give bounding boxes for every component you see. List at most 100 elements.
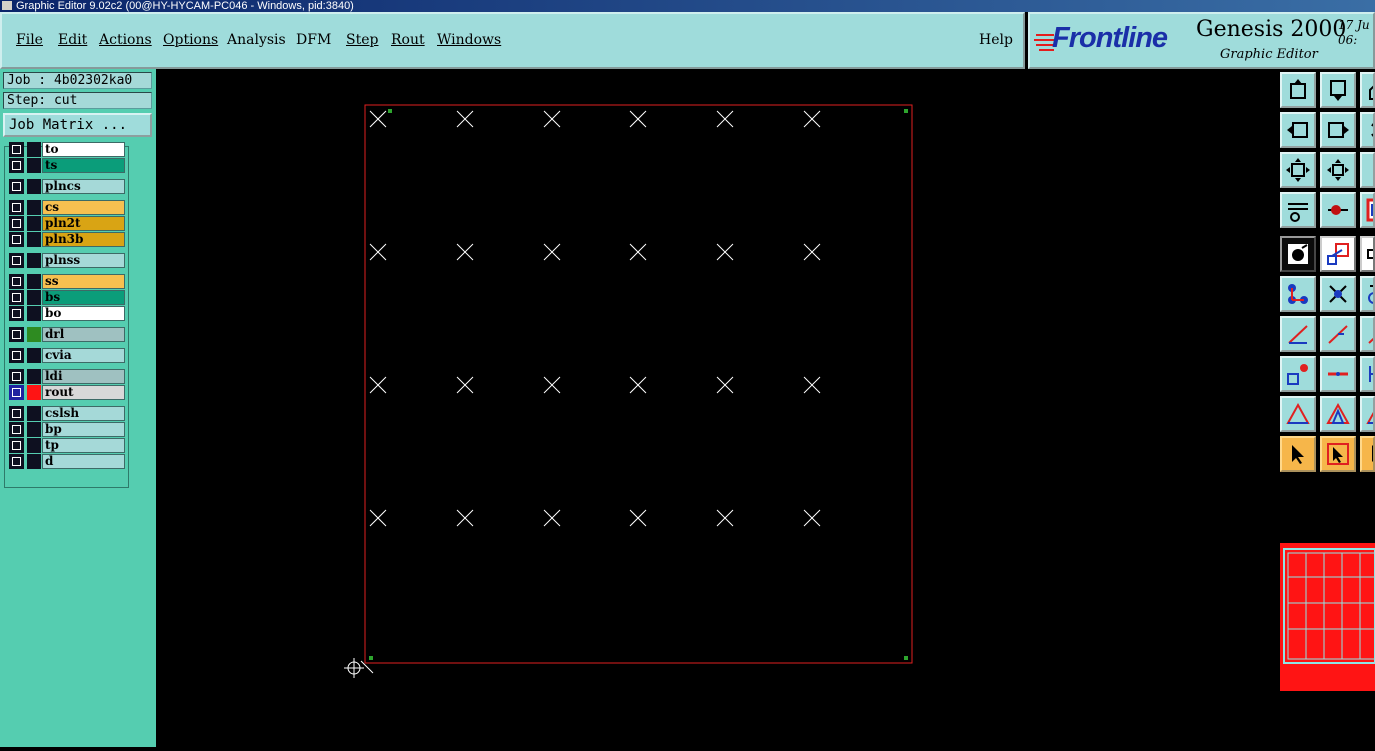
layer-name[interactable]: rout: [42, 385, 125, 400]
select-pad-button[interactable]: [1280, 236, 1316, 272]
menu-help[interactable]: Help: [979, 32, 1013, 48]
layer-color-swatch[interactable]: [27, 422, 41, 437]
line-angle-button[interactable]: [1280, 316, 1316, 352]
layer-checkbox[interactable]: [9, 232, 24, 247]
layer-color-swatch[interactable]: [27, 142, 41, 157]
layer-row[interactable]: d: [7, 454, 127, 469]
layer-row[interactable]: bo: [7, 306, 127, 321]
layer-name[interactable]: drl: [42, 327, 125, 342]
overview-panel[interactable]: [1280, 543, 1375, 691]
job-matrix-button[interactable]: Job Matrix ...: [3, 113, 152, 137]
layer-row[interactable]: cs: [7, 200, 127, 215]
layer-checkbox[interactable]: [9, 142, 24, 157]
layer-color-swatch[interactable]: [27, 290, 41, 305]
layer-row[interactable]: cvia: [7, 348, 127, 363]
layer-checkbox[interactable]: [9, 454, 24, 469]
layer-color-swatch[interactable]: [27, 158, 41, 173]
layer-color-swatch[interactable]: [27, 454, 41, 469]
zoom-center-button[interactable]: [1320, 152, 1356, 188]
triangle-measure-button[interactable]: [1320, 396, 1356, 432]
layer-color-swatch[interactable]: [27, 327, 41, 342]
measure-button[interactable]: [1320, 236, 1356, 272]
menu-actions[interactable]: Actions: [99, 32, 152, 48]
canvas-drawing[interactable]: [156, 69, 1276, 747]
layer-color-swatch[interactable]: [27, 406, 41, 421]
layer-checkbox[interactable]: [9, 438, 24, 453]
layer-checkbox[interactable]: [9, 348, 24, 363]
layer-row[interactable]: ldi: [7, 369, 127, 384]
layer-name[interactable]: plnss: [42, 253, 125, 268]
layer-checkbox[interactable]: [9, 306, 24, 321]
layer-row[interactable]: drl: [7, 327, 127, 342]
layer-checkbox[interactable]: [9, 290, 24, 305]
cross-button[interactable]: [1320, 276, 1356, 312]
layer-name[interactable]: ts: [42, 158, 125, 173]
layer-row[interactable]: bp: [7, 422, 127, 437]
layer-name[interactable]: d: [42, 454, 125, 469]
menu-edit[interactable]: Edit: [58, 32, 87, 48]
home-button[interactable]: [1360, 72, 1375, 108]
menu-file[interactable]: File: [16, 32, 43, 48]
layer-row[interactable]: tp: [7, 438, 127, 453]
layer-checkbox[interactable]: [9, 327, 24, 342]
layer-color-swatch[interactable]: [27, 385, 41, 400]
layer-name[interactable]: tp: [42, 438, 125, 453]
layer-color-swatch[interactable]: [27, 200, 41, 215]
layer-row[interactable]: ss: [7, 274, 127, 289]
menu-step[interactable]: Step: [346, 32, 378, 48]
layer-name[interactable]: ldi: [42, 369, 125, 384]
layer-checkbox[interactable]: [9, 179, 24, 194]
layer-checkbox[interactable]: [9, 385, 24, 400]
layer-row[interactable]: pln2t: [7, 216, 127, 231]
layer-name[interactable]: plncs: [42, 179, 125, 194]
fit-screen-button[interactable]: [1280, 152, 1316, 188]
pad-add-button[interactable]: [1280, 356, 1316, 392]
line-button[interactable]: [1320, 316, 1356, 352]
move-up-button[interactable]: [1280, 72, 1316, 108]
layer-color-swatch[interactable]: [27, 438, 41, 453]
layer-color-swatch[interactable]: [27, 348, 41, 363]
layer-color-swatch[interactable]: [27, 369, 41, 384]
layer-name[interactable]: pln2t: [42, 216, 125, 231]
layer-row[interactable]: pln3b: [7, 232, 127, 247]
layer-color-swatch[interactable]: [27, 306, 41, 321]
layer-row[interactable]: rout: [7, 385, 127, 400]
layer-row[interactable]: ts: [7, 158, 127, 173]
layer-row[interactable]: cslsh: [7, 406, 127, 421]
layer-checkbox[interactable]: [9, 274, 24, 289]
snap-button[interactable]: [1320, 192, 1356, 228]
line-horizontal-button[interactable]: [1320, 356, 1356, 392]
layer-row[interactable]: plncs: [7, 179, 127, 194]
layer-name[interactable]: bs: [42, 290, 125, 305]
layer-color-swatch[interactable]: [27, 253, 41, 268]
pointer-button[interactable]: [1280, 436, 1316, 472]
pointer-box-button[interactable]: [1320, 436, 1356, 472]
undo-button[interactable]: [1360, 112, 1375, 148]
layer-checkbox[interactable]: [9, 369, 24, 384]
layer-name[interactable]: cvia: [42, 348, 125, 363]
layer-row[interactable]: bs: [7, 290, 127, 305]
layer-name[interactable]: ss: [42, 274, 125, 289]
layer-color-swatch[interactable]: [27, 274, 41, 289]
menu-options[interactable]: Options: [163, 32, 218, 48]
move-down-button[interactable]: [1320, 72, 1356, 108]
layer-color-swatch[interactable]: [27, 232, 41, 247]
layer-checkbox[interactable]: [9, 406, 24, 421]
menu-analysis[interactable]: Analysis: [227, 32, 286, 48]
layer-name[interactable]: bp: [42, 422, 125, 437]
layer-checkbox[interactable]: [9, 158, 24, 173]
menu-dfm[interactable]: DFM: [296, 32, 331, 48]
layer-name[interactable]: cs: [42, 200, 125, 215]
layer-checkbox[interactable]: [9, 253, 24, 268]
triangle-button[interactable]: [1360, 396, 1375, 432]
pointer-button[interactable]: [1360, 436, 1375, 472]
circle-button[interactable]: [1360, 276, 1375, 312]
layer-checkbox[interactable]: [9, 200, 24, 215]
dimension-button[interactable]: [1360, 356, 1375, 392]
menu-windows[interactable]: Windows: [437, 32, 501, 48]
triangle-button[interactable]: [1280, 396, 1316, 432]
layer-name[interactable]: cslsh: [42, 406, 125, 421]
layer-name[interactable]: pln3b: [42, 232, 125, 247]
number-one-button[interactable]: 1: [1360, 152, 1375, 188]
layer-checkbox[interactable]: [9, 216, 24, 231]
